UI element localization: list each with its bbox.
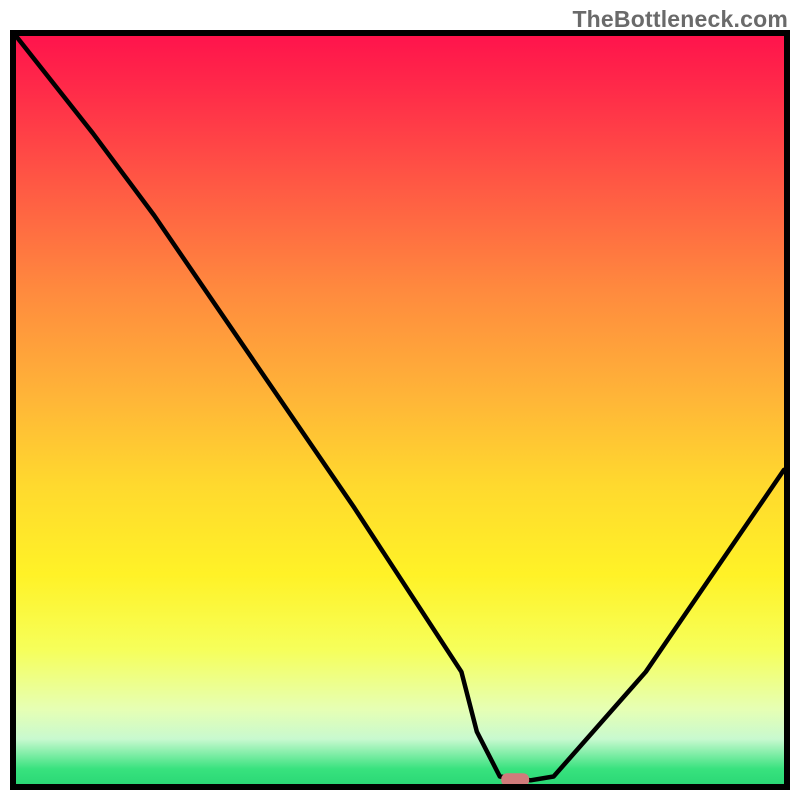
optimal-point-marker [501, 773, 529, 784]
watermark-text: TheBottleneck.com [572, 6, 788, 33]
curve-path [16, 36, 784, 780]
plot-area [10, 30, 790, 790]
chart-container: TheBottleneck.com [0, 0, 800, 800]
bottleneck-curve [16, 36, 784, 784]
